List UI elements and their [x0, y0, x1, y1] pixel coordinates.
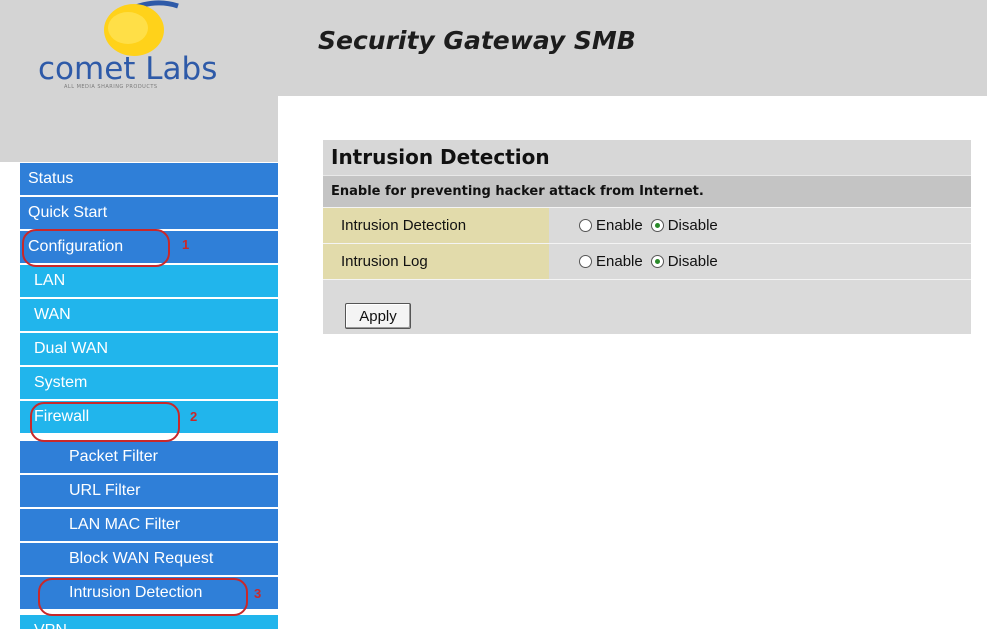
setting-row-intrusion-log: Intrusion Log Enable Disable [323, 243, 971, 279]
disable-label: Disable [667, 253, 718, 270]
sidebar-item-firewall[interactable]: Firewall [20, 400, 278, 433]
disable-radio[interactable] [650, 219, 664, 232]
enable-label: Enable [596, 253, 643, 270]
intrusion-log-enable-option[interactable]: Enable [579, 253, 643, 270]
apply-button[interactable]: Apply [345, 303, 411, 329]
annotation-number-3: 3 [254, 586, 262, 601]
page-subtitle: Enable for preventing hacker attack from… [323, 175, 971, 207]
disable-label: Disable [667, 217, 718, 234]
sidebar-item-quick-start[interactable]: Quick Start [20, 196, 278, 229]
sidebar-item-dual-wan[interactable]: Dual WAN [20, 332, 278, 365]
comet-labs-logo[interactable]: comet Labs ALL MEDIA SHARING PRODUCTS [28, 0, 258, 96]
sidebar-item-intrusion-detection[interactable]: Intrusion Detection [20, 576, 278, 609]
row-label: Intrusion Log [323, 244, 549, 279]
intrusion-detection-panel: Intrusion Detection Enable for preventin… [323, 140, 971, 334]
intrusion-detection-enable-option[interactable]: Enable [579, 217, 643, 234]
row-value: Enable Disable [549, 244, 971, 279]
sidebar-item-vpn[interactable]: VPN [20, 614, 278, 629]
logo-tagline: ALL MEDIA SHARING PRODUCTS [64, 84, 158, 90]
annotation-number-1: 1 [182, 237, 190, 252]
enable-radio[interactable] [579, 255, 592, 268]
sidebar-item-status[interactable]: Status [20, 162, 278, 195]
sidebar-item-block-wan-request[interactable]: Block WAN Request [20, 542, 278, 575]
intrusion-log-disable-option[interactable]: Disable [650, 253, 718, 270]
logo-text: comet Labs [38, 51, 218, 87]
intrusion-detection-disable-option[interactable]: Disable [650, 217, 718, 234]
product-title: Security Gateway SMB [318, 26, 636, 55]
row-label: Intrusion Detection [323, 208, 549, 243]
enable-radio[interactable] [579, 219, 592, 232]
sidebar-nav: Status Quick Start Configuration LAN WAN… [20, 162, 278, 629]
enable-label: Enable [596, 217, 643, 234]
sidebar-item-configuration[interactable]: Configuration [20, 230, 278, 263]
sidebar-item-system[interactable]: System [20, 366, 278, 399]
sidebar-item-packet-filter[interactable]: Packet Filter [20, 440, 278, 473]
sidebar-item-url-filter[interactable]: URL Filter [20, 474, 278, 507]
sidebar-item-lan-mac-filter[interactable]: LAN MAC Filter [20, 508, 278, 541]
sidebar-item-wan[interactable]: WAN [20, 298, 278, 331]
row-value: Enable Disable [549, 208, 971, 243]
sidebar-item-lan[interactable]: LAN [20, 264, 278, 297]
setting-row-intrusion-detection: Intrusion Detection Enable Disable [323, 207, 971, 243]
page-title: Intrusion Detection [323, 140, 971, 175]
button-row: Apply [323, 279, 971, 334]
sidebar-top-spacer [0, 96, 278, 162]
disable-radio[interactable] [650, 255, 664, 268]
annotation-number-2: 2 [190, 409, 198, 424]
